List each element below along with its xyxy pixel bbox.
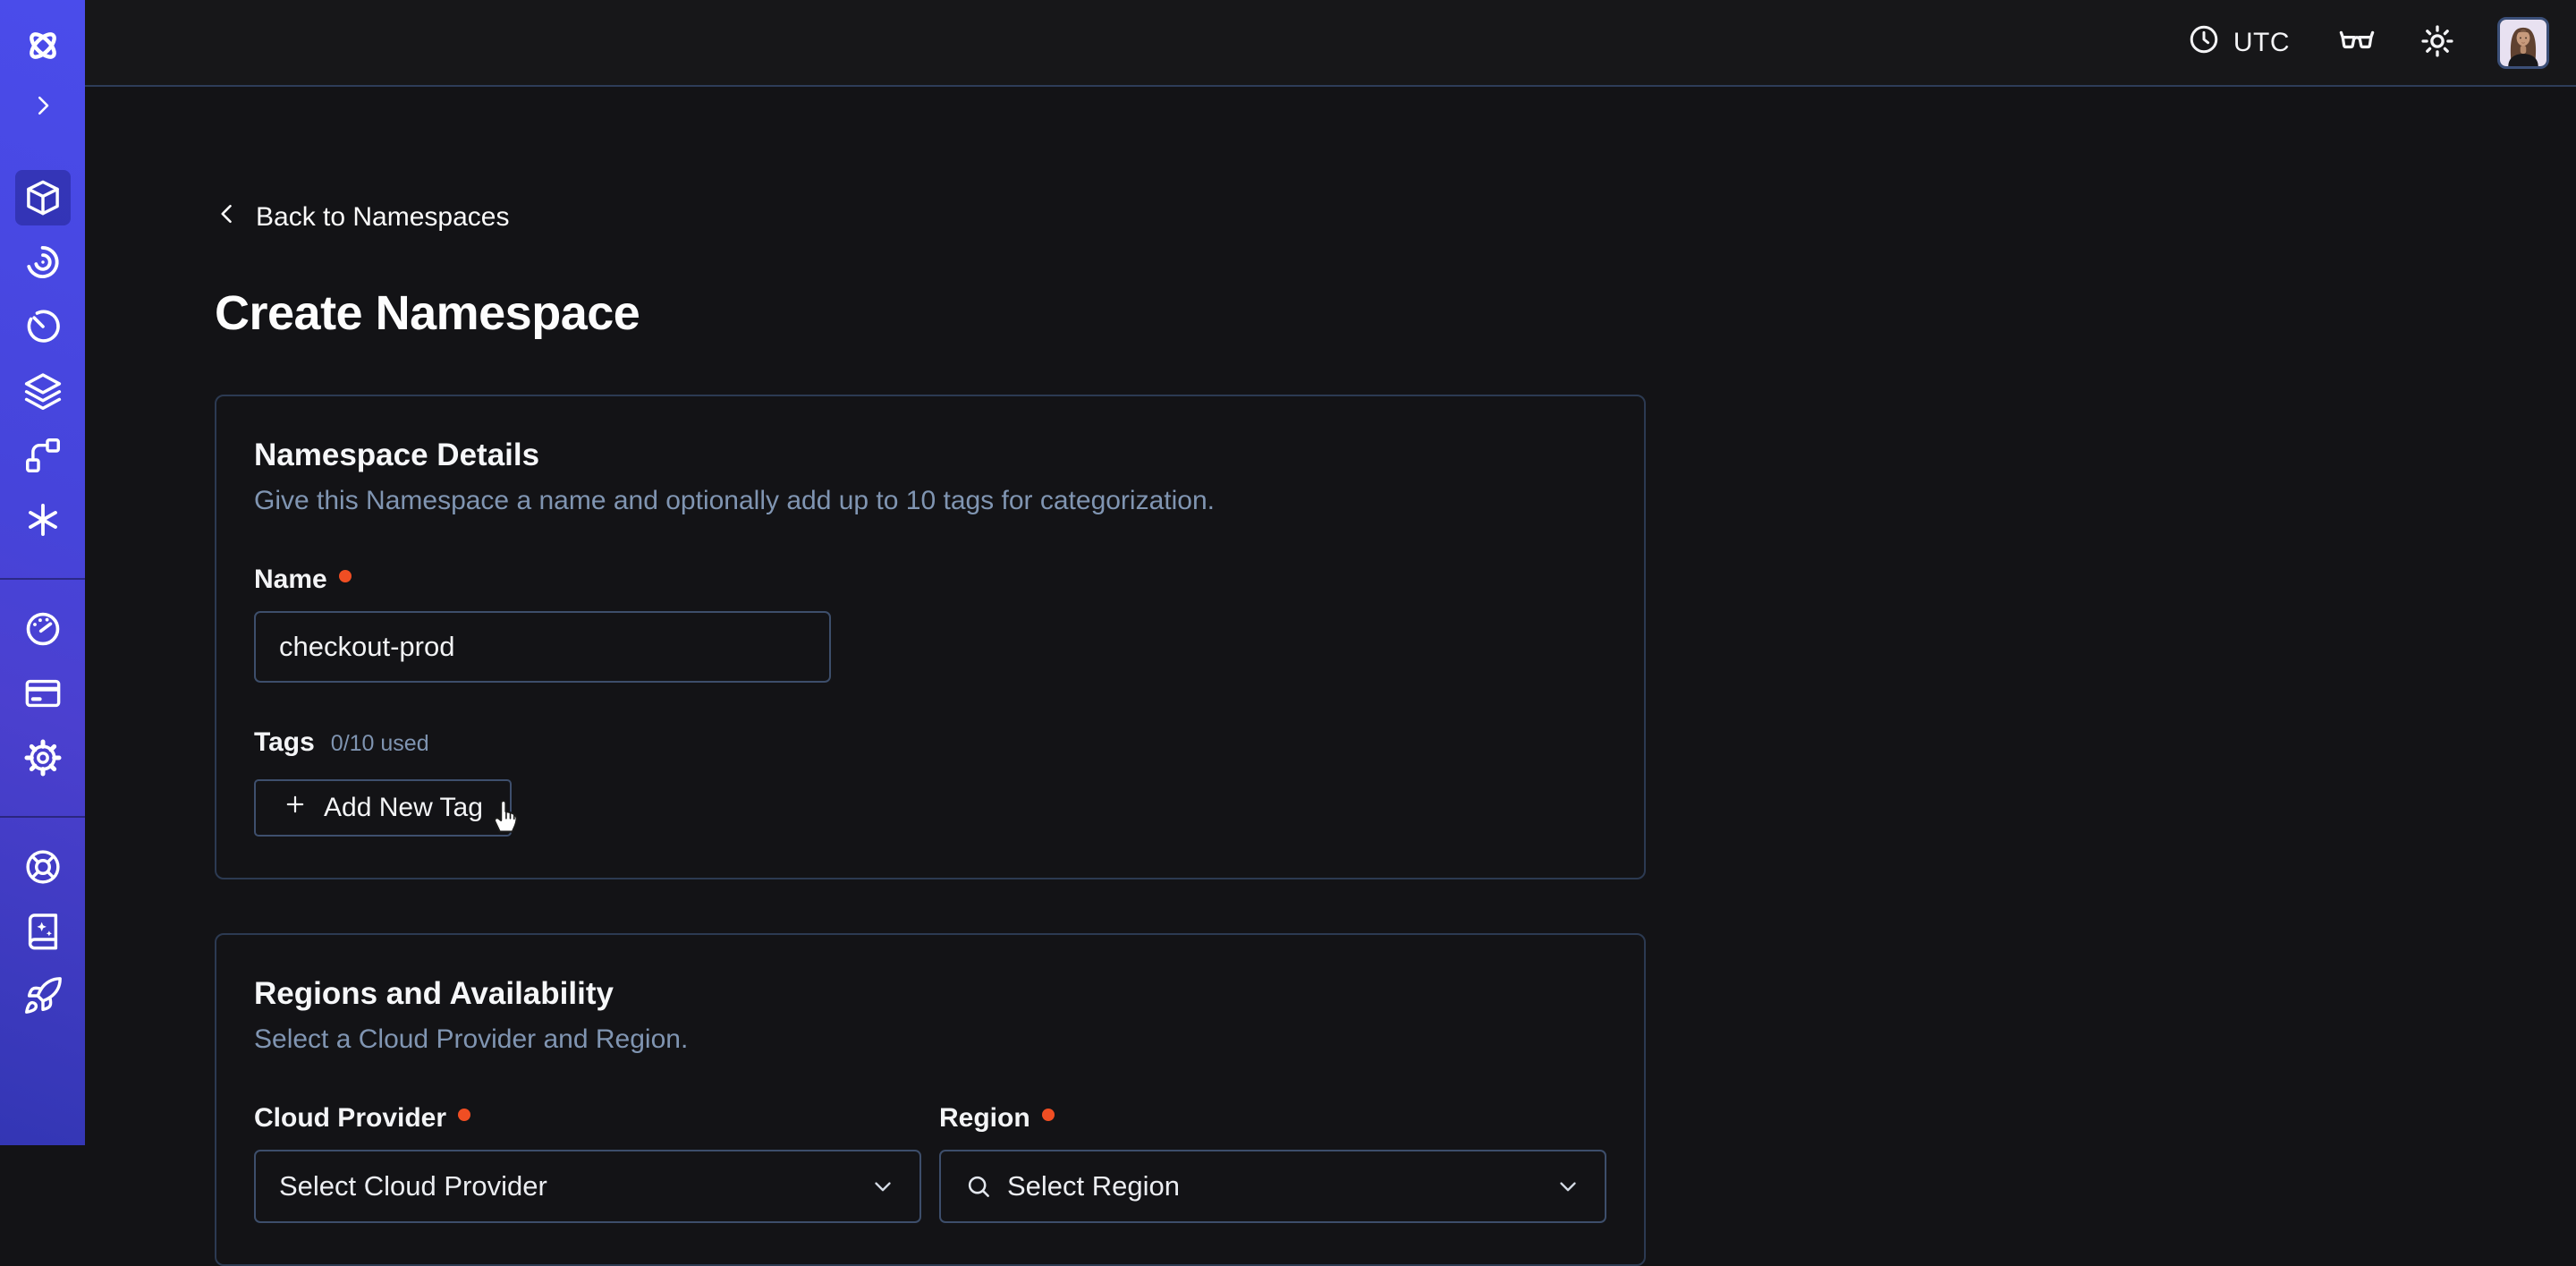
region-label: Region bbox=[939, 1103, 1030, 1134]
cloud-provider-label: Cloud Provider bbox=[254, 1103, 446, 1134]
usage-gauge-icon bbox=[22, 608, 64, 650]
required-dot bbox=[458, 1109, 470, 1121]
search-icon bbox=[964, 1172, 993, 1201]
sidebar-item-deployments[interactable] bbox=[15, 363, 71, 419]
chevron-down-icon bbox=[869, 1173, 896, 1200]
timezone-label: UTC bbox=[2233, 28, 2290, 58]
sidebar-item-namespaces[interactable] bbox=[15, 170, 71, 225]
docs-book-sparkles-icon bbox=[22, 911, 64, 952]
region-placeholder: Select Region bbox=[1007, 1170, 1180, 1202]
name-field-label-row: Name bbox=[254, 565, 1606, 595]
sidebar-item-settings[interactable] bbox=[15, 730, 71, 786]
timezone-selector[interactable]: UTC bbox=[2187, 22, 2290, 64]
sidebar-item-billing[interactable] bbox=[15, 666, 71, 721]
billing-card-icon bbox=[22, 673, 64, 714]
deployments-layers-icon bbox=[22, 370, 64, 412]
card-subtitle: Give this Namespace a name and optionall… bbox=[254, 486, 1606, 516]
sidebar-divider bbox=[0, 816, 85, 818]
back-link-label: Back to Namespaces bbox=[256, 202, 509, 233]
chevron-down-icon bbox=[1555, 1173, 1581, 1200]
sidebar bbox=[0, 0, 85, 1145]
sidebar-item-nexus[interactable] bbox=[15, 492, 71, 548]
sidebar-item-docs[interactable] bbox=[15, 904, 71, 959]
tags-counter: 0/10 used bbox=[331, 731, 429, 757]
region-label-row: Region bbox=[939, 1103, 1606, 1134]
back-to-namespaces-link[interactable]: Back to Namespaces bbox=[215, 201, 509, 234]
sidebar-item-usage[interactable] bbox=[15, 601, 71, 657]
add-new-tag-button[interactable]: Add New Tag bbox=[254, 779, 512, 837]
namespace-name-input[interactable] bbox=[254, 611, 831, 683]
get-started-rocket-icon bbox=[22, 975, 64, 1016]
settings-gear-icon bbox=[22, 737, 64, 778]
sun-icon bbox=[2419, 22, 2456, 63]
page-title: Create Namespace bbox=[215, 285, 2576, 341]
user-avatar[interactable] bbox=[2497, 17, 2549, 69]
topbar: UTC bbox=[85, 0, 2576, 87]
cloud-provider-select[interactable]: Select Cloud Provider bbox=[254, 1150, 921, 1223]
sidebar-divider bbox=[0, 578, 85, 580]
reader-mode-button[interactable] bbox=[2336, 22, 2377, 64]
tags-label: Tags bbox=[254, 727, 315, 758]
cloud-provider-field: Cloud Provider Select Cloud Provider bbox=[254, 1055, 921, 1223]
pipelines-branch-icon bbox=[22, 435, 64, 476]
plus-icon bbox=[283, 792, 308, 824]
required-dot bbox=[1042, 1109, 1055, 1121]
card-title: Namespace Details bbox=[254, 438, 1606, 473]
card-subtitle: Select a Cloud Provider and Region. bbox=[254, 1024, 1606, 1055]
tags-label-row: Tags 0/10 used bbox=[254, 727, 1606, 758]
clock-icon bbox=[2187, 22, 2221, 64]
main-content: Back to Namespaces Create Namespace Name… bbox=[85, 89, 2576, 1145]
sidebar-item-pipelines[interactable] bbox=[15, 428, 71, 483]
region-field: Region Select Region bbox=[939, 1055, 1606, 1223]
support-lifebuoy-icon bbox=[22, 846, 64, 888]
theme-toggle-button[interactable] bbox=[2417, 22, 2458, 64]
sidebar-item-support[interactable] bbox=[15, 839, 71, 895]
region-select[interactable]: Select Region bbox=[939, 1150, 1606, 1223]
cloud-provider-label-row: Cloud Provider bbox=[254, 1103, 921, 1134]
cloud-provider-placeholder: Select Cloud Provider bbox=[279, 1170, 547, 1202]
namespace-details-card: Namespace Details Give this Namespace a … bbox=[215, 395, 1646, 879]
sidebar-nav-account bbox=[0, 601, 85, 794]
sidebar-nav-primary bbox=[0, 170, 85, 557]
namespaces-cube-icon bbox=[22, 177, 64, 218]
chevron-left-icon bbox=[215, 201, 240, 234]
card-title: Regions and Availability bbox=[254, 976, 1606, 1012]
sidebar-item-workflows[interactable] bbox=[15, 234, 71, 290]
required-dot bbox=[339, 570, 352, 582]
sidebar-expand-chevron-right-icon[interactable] bbox=[23, 88, 63, 123]
name-label: Name bbox=[254, 565, 327, 595]
regions-availability-card: Regions and Availability Select a Cloud … bbox=[215, 933, 1646, 1266]
sidebar-item-get-started[interactable] bbox=[15, 968, 71, 1024]
glasses-icon bbox=[2337, 21, 2377, 64]
add-new-tag-label: Add New Tag bbox=[324, 793, 483, 823]
temporal-logo[interactable] bbox=[19, 21, 67, 70]
schedules-timer-icon bbox=[22, 306, 64, 347]
provider-region-grid: Cloud Provider Select Cloud Provider Reg… bbox=[254, 1055, 1606, 1223]
nexus-asterisk-icon bbox=[22, 499, 64, 540]
sidebar-nav-help bbox=[0, 839, 85, 1032]
workflows-spiral-icon bbox=[22, 242, 64, 283]
sidebar-item-schedules[interactable] bbox=[15, 299, 71, 354]
